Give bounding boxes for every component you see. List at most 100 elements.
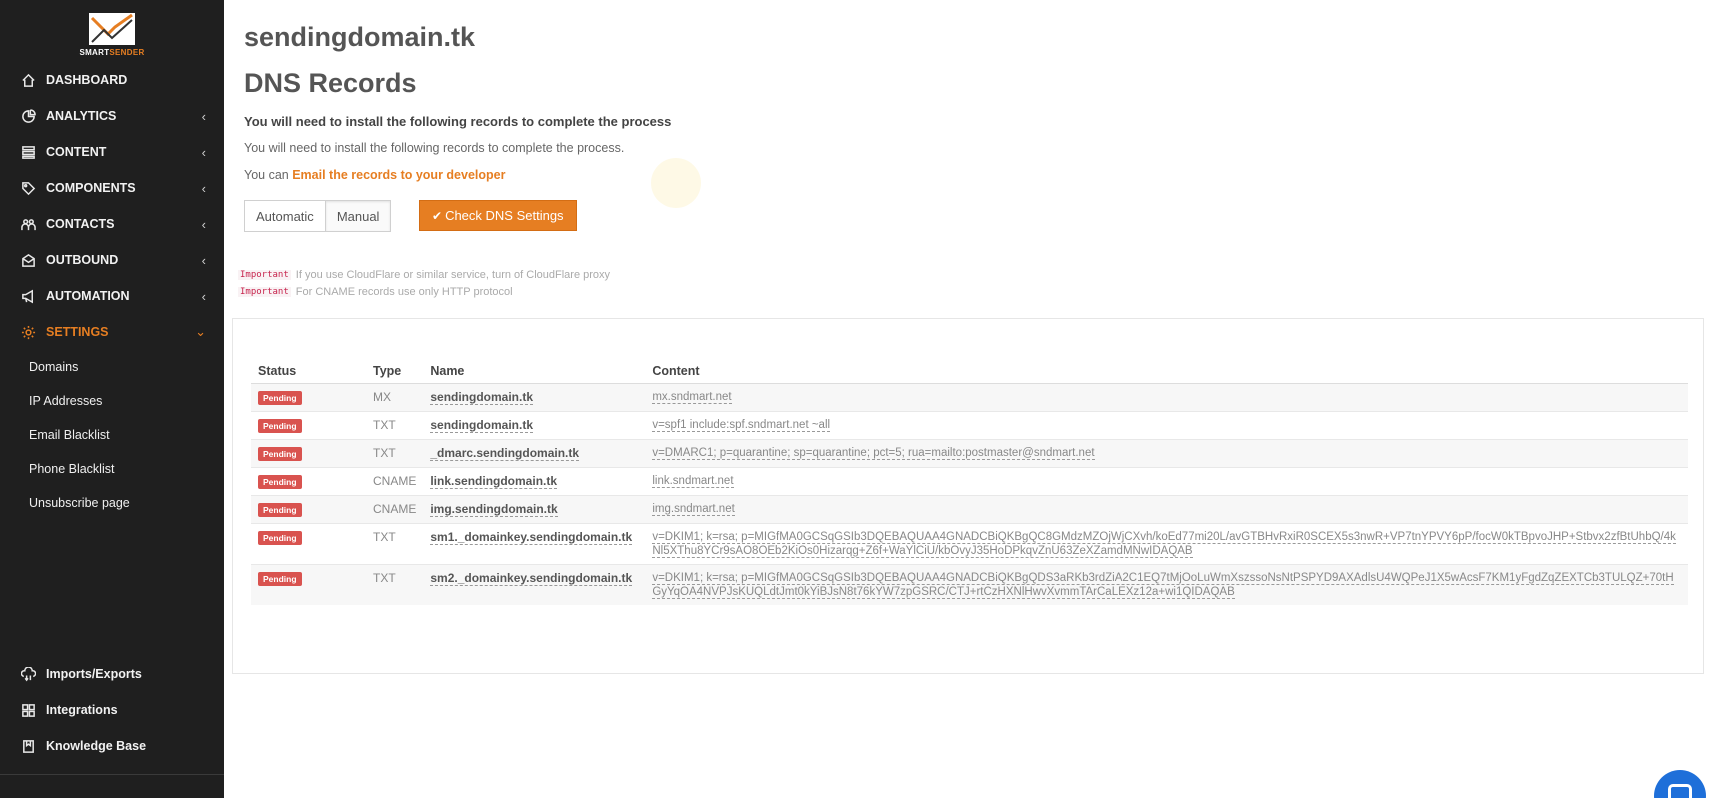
check-button-label: Check DNS Settings xyxy=(445,208,564,223)
domain-title: sendingdomain.tk xyxy=(244,22,476,52)
grid-icon xyxy=(20,702,36,718)
nav-components[interactable]: COMPONENTS ‹ xyxy=(0,170,224,206)
header-type: Type xyxy=(366,361,424,384)
status-badge: Pending xyxy=(258,502,302,517)
status-badge: Pending xyxy=(258,571,302,586)
mode-toggle: Automatic Manual xyxy=(244,200,392,232)
chevron-left-icon: ‹ xyxy=(201,252,206,268)
content-cell: v=spf1 include:spf.sndmart.net ~all xyxy=(645,410,1688,439)
content-cell: mx.sndmart.net xyxy=(645,382,1688,411)
nav-dashboard[interactable]: DASHBOARD xyxy=(0,62,224,98)
nav-integrations[interactable]: Integrations xyxy=(0,692,224,728)
nav-contacts[interactable]: CONTACTS ‹ xyxy=(0,206,224,242)
name-cell: sm1._domainkey.sendingdomain.tk xyxy=(423,522,646,564)
content-cell: v=DKIM1; k=rsa; p=MIGfMA0GCSqGSIb3DQEBAQ… xyxy=(645,522,1688,564)
name-cell: _dmarc.sendingdomain.tk xyxy=(423,438,646,467)
note-text: If you use CloudFlare or similar service… xyxy=(295,268,611,281)
sidebar-item-phone-blacklist[interactable]: Phone Blacklist xyxy=(0,452,224,486)
table-row: Pending MX sendingdomain.tk mx.sndmart.n… xyxy=(251,382,1688,411)
status-cell: Pending xyxy=(251,522,366,564)
nav-label: CONTACTS xyxy=(46,217,115,231)
nav-label: ANALYTICS xyxy=(46,109,117,123)
chart-pie-icon xyxy=(20,108,36,124)
type-cell: MX xyxy=(366,382,424,411)
main-content: sendingdomain.tk DNS Records You will ne… xyxy=(224,0,1721,798)
status-badge: Pending xyxy=(258,446,302,461)
nav-label: Imports/Exports xyxy=(46,667,142,681)
nav-settings[interactable]: SETTINGS ⌄ xyxy=(0,314,224,350)
status-cell: Pending xyxy=(251,382,366,411)
content-cell: link.sndmart.net xyxy=(645,466,1688,495)
dns-records-table: Status Type Name Content Pending MX send… xyxy=(251,361,1688,605)
page-title: DNS Records xyxy=(244,68,417,98)
tag-icon xyxy=(20,180,36,196)
chevron-left-icon: ‹ xyxy=(201,216,206,232)
record-content[interactable]: v=DMARC1; p=quarantine; sp=quarantine; p… xyxy=(652,446,1095,460)
record-content[interactable]: img.sndmart.net xyxy=(652,502,735,516)
chevron-down-icon: ⌄ xyxy=(195,324,206,339)
type-cell: CNAME xyxy=(366,466,424,495)
record-name[interactable]: sm1._domainkey.sendingdomain.tk xyxy=(430,529,633,545)
cloud-transfer-icon xyxy=(20,666,36,682)
table-row: Pending TXT sendingdomain.tk v=spf1 incl… xyxy=(251,410,1688,439)
important-tag: Important xyxy=(238,286,291,297)
record-content[interactable]: v=DKIM1; k=rsa; p=MIGfMA0GCSqGSIb3DQEBAQ… xyxy=(652,571,1674,599)
name-cell: img.sendingdomain.tk xyxy=(423,494,646,523)
envelope-icon xyxy=(20,252,36,268)
record-name[interactable]: link.sendingdomain.tk xyxy=(430,473,558,489)
nav-automation[interactable]: AUTOMATION ‹ xyxy=(0,278,224,314)
record-content[interactable]: v=DKIM1; k=rsa; p=MIGfMA0GCSqGSIb3DQEBAQ… xyxy=(652,530,1676,558)
check-dns-settings-button[interactable]: ✔ Check DNS Settings xyxy=(419,200,577,231)
email-developer-link[interactable]: Email the records to your developer xyxy=(292,168,505,182)
contacts-icon xyxy=(20,216,36,232)
sidebar-item-unsubscribe-page[interactable]: Unsubscribe page xyxy=(0,486,224,520)
table-header-row: Status Type Name Content xyxy=(251,361,1688,384)
nav-analytics[interactable]: ANALYTICS ‹ xyxy=(0,98,224,134)
record-name[interactable]: _dmarc.sendingdomain.tk xyxy=(430,445,580,461)
nav-label: AUTOMATION xyxy=(46,289,130,303)
dns-records-panel: Status Type Name Content Pending MX send… xyxy=(232,318,1704,674)
nav-outbound[interactable]: OUTBOUND ‹ xyxy=(0,242,224,278)
automatic-mode-button[interactable]: Automatic xyxy=(245,201,325,231)
sidebar-item-email-blacklist[interactable]: Email Blacklist xyxy=(0,418,224,452)
table-row: Pending TXT sm1._domainkey.sendingdomain… xyxy=(251,522,1688,564)
sidebar-item-ip-addresses[interactable]: IP Addresses xyxy=(0,384,224,418)
record-content[interactable]: mx.sndmart.net xyxy=(652,390,732,404)
record-name[interactable]: sendingdomain.tk xyxy=(430,389,534,405)
logo[interactable]: SMARTSENDER xyxy=(0,0,224,62)
type-cell: CNAME xyxy=(366,494,424,523)
notes: Important If you use CloudFlare or simil… xyxy=(238,266,610,300)
chevron-left-icon: ‹ xyxy=(201,180,206,196)
chevron-left-icon: ‹ xyxy=(201,288,206,304)
bottom-nav: Imports/Exports Integrations Knowledge B… xyxy=(0,656,224,764)
status-cell: Pending xyxy=(251,410,366,439)
nav-knowledge-base[interactable]: Knowledge Base xyxy=(0,728,224,764)
nav-label: CONTENT xyxy=(46,145,107,159)
manual-mode-button[interactable]: Manual xyxy=(324,201,391,231)
content-cell: img.sndmart.net xyxy=(645,494,1688,523)
record-content[interactable]: v=spf1 include:spf.sndmart.net ~all xyxy=(652,418,831,432)
nav-content[interactable]: CONTENT ‹ xyxy=(0,134,224,170)
chat-icon xyxy=(1668,784,1692,798)
status-badge: Pending xyxy=(258,390,302,405)
name-cell: sendingdomain.tk xyxy=(423,382,646,411)
check-icon: ✔ xyxy=(432,208,443,223)
nav-imports-exports[interactable]: Imports/Exports xyxy=(0,656,224,692)
record-content[interactable]: link.sndmart.net xyxy=(652,474,734,488)
name-cell: link.sendingdomain.tk xyxy=(423,466,646,495)
nav-list: DASHBOARD ANALYTICS ‹ CONTENT ‹ COMPONEN… xyxy=(0,62,224,520)
nav-label: Integrations xyxy=(46,703,118,717)
book-icon xyxy=(20,738,36,754)
record-name[interactable]: sm2._domainkey.sendingdomain.tk xyxy=(430,570,633,586)
email-prefix: You can xyxy=(244,168,293,182)
record-name[interactable]: sendingdomain.tk xyxy=(430,417,534,433)
header-content: Content xyxy=(645,361,1688,384)
chevron-left-icon: ‹ xyxy=(201,108,206,124)
table-row: Pending CNAME img.sendingdomain.tk img.s… xyxy=(251,494,1688,523)
email-developer-line: You can Email the records to your develo… xyxy=(244,168,505,182)
sidebar-item-domains[interactable]: Domains xyxy=(0,350,224,384)
note-row: Important For CNAME records use only HTT… xyxy=(238,283,610,300)
name-cell: sendingdomain.tk xyxy=(423,410,646,439)
record-name[interactable]: img.sendingdomain.tk xyxy=(430,501,558,517)
type-cell: TXT xyxy=(366,410,424,439)
